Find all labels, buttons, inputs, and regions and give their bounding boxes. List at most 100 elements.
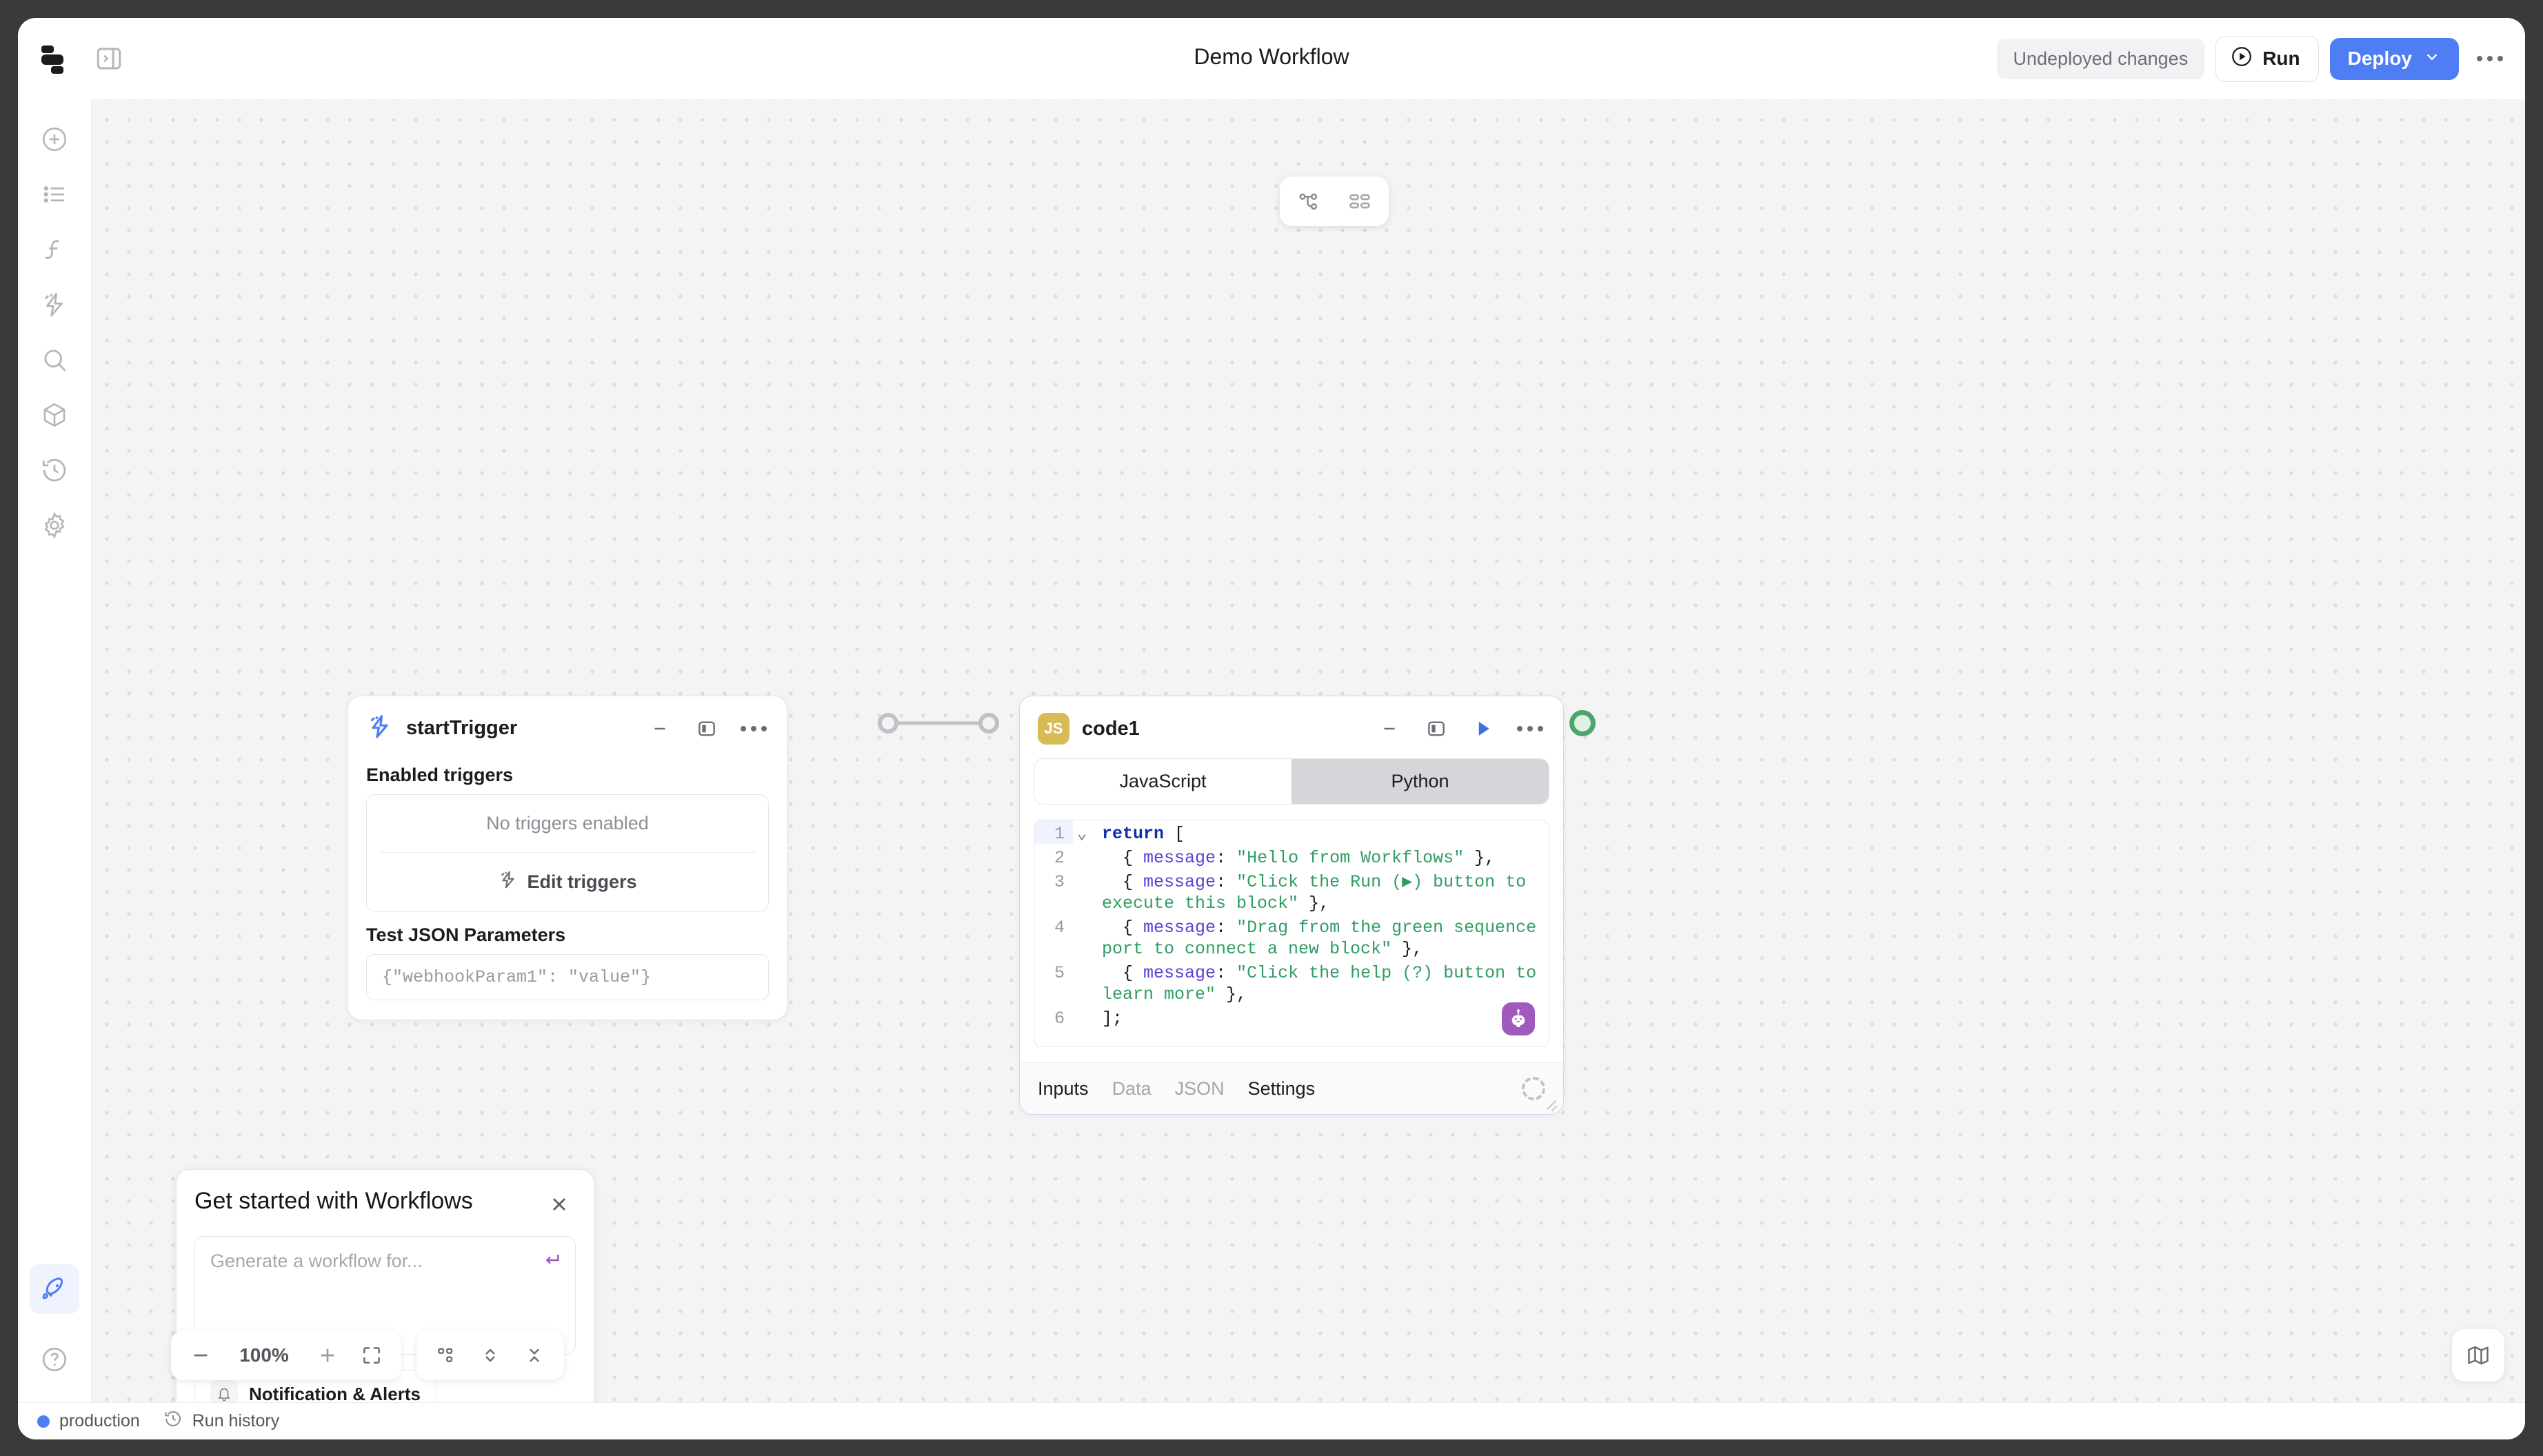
zoom-controls: 100% bbox=[171, 1331, 401, 1380]
dashed-circle-icon bbox=[1522, 1077, 1545, 1100]
suggestion-label: Notification & Alerts bbox=[249, 1383, 421, 1403]
more-horizontal-icon[interactable] bbox=[2470, 39, 2510, 79]
sequence-port[interactable] bbox=[1569, 710, 1596, 736]
clock-rewind-icon bbox=[163, 1409, 183, 1433]
left-rail bbox=[18, 99, 92, 1402]
node-header: startTrigger bbox=[348, 696, 787, 752]
zoom-level[interactable]: 100% bbox=[226, 1344, 302, 1366]
topbar-actions: Undeployed changes Run Deploy bbox=[1996, 33, 2511, 84]
line-number: 2 bbox=[1054, 848, 1065, 868]
tab-python[interactable]: Python bbox=[1291, 759, 1549, 804]
code-line[interactable]: 1 ⌄ return [ bbox=[1034, 820, 1549, 845]
resize-grip[interactable] bbox=[1542, 1095, 1558, 1110]
sidebar-item-search[interactable] bbox=[30, 335, 79, 385]
code-text: { message: "Click the help (?) button to… bbox=[1102, 963, 1547, 1004]
more-horizontal-icon[interactable] bbox=[738, 714, 769, 744]
line-number: 1 bbox=[1034, 820, 1073, 845]
zoom-toolbar: 100% bbox=[171, 1331, 564, 1380]
map-icon[interactable] bbox=[2452, 1329, 2504, 1382]
sidebar-item-get-started[interactable] bbox=[30, 1264, 79, 1314]
code-lines[interactable]: 1 ⌄ return [2 { message: "Hello from Workf… bbox=[1034, 820, 1549, 1029]
sidebar-item-settings[interactable] bbox=[30, 501, 79, 550]
layout-tools bbox=[416, 1331, 564, 1380]
zoom-out-button[interactable] bbox=[182, 1337, 219, 1373]
code-editor[interactable]: 1 ⌄ return [2 { message: "Hello from Workf… bbox=[1034, 820, 1549, 1047]
bell-icon bbox=[210, 1380, 238, 1402]
code-node-tabs: Inputs Data JSON Settings bbox=[1020, 1062, 1563, 1114]
fold-chevron-icon[interactable]: ⌄ bbox=[1073, 820, 1091, 845]
code-line[interactable]: 6]; bbox=[1034, 1005, 1549, 1029]
sidebar-item-add[interactable] bbox=[30, 114, 79, 164]
run-button-label: Run bbox=[2262, 48, 2300, 69]
panel-left-icon[interactable] bbox=[692, 714, 722, 744]
fit-screen-button[interactable] bbox=[353, 1337, 390, 1373]
status-dot-icon bbox=[37, 1415, 50, 1428]
tab-settings[interactable]: Settings bbox=[1248, 1078, 1316, 1100]
code-line[interactable]: 2 { message: "Hello from Workflows" }, bbox=[1034, 845, 1549, 869]
code-line[interactable]: 5 { message: "Click the help (?) button … bbox=[1034, 960, 1549, 1005]
sidebar-item-packages[interactable] bbox=[30, 390, 79, 440]
ai-robot-icon[interactable] bbox=[1502, 1002, 1535, 1035]
tab-javascript[interactable]: JavaScript bbox=[1034, 759, 1291, 804]
layout-nodes-icon[interactable] bbox=[428, 1337, 465, 1373]
code-line[interactable]: 3 { message: "Click the Run (▶) button t… bbox=[1034, 869, 1549, 914]
zoom-in-button[interactable] bbox=[309, 1337, 346, 1373]
undeployed-changes-badge: Undeployed changes bbox=[1996, 38, 2205, 79]
workflow-canvas[interactable]: startTrigger Enabled triggers No trigger… bbox=[92, 99, 2525, 1402]
node-header: JS code1 bbox=[1020, 696, 1563, 753]
play-triangle-icon[interactable] bbox=[1468, 714, 1498, 744]
run-history-button[interactable]: Run history bbox=[163, 1409, 279, 1433]
minus-icon[interactable] bbox=[645, 714, 675, 744]
environment-indicator[interactable]: production bbox=[37, 1411, 140, 1431]
more-horizontal-icon[interactable] bbox=[1515, 714, 1545, 744]
run-button[interactable]: Run bbox=[2215, 35, 2319, 82]
sidebar-item-functions[interactable] bbox=[30, 225, 79, 274]
generate-workflow-placeholder: Generate a workflow for... bbox=[210, 1251, 423, 1271]
tab-json[interactable]: JSON bbox=[1175, 1078, 1225, 1100]
top-bar: Demo Workflow Undeployed changes Run Dep… bbox=[18, 18, 2525, 99]
sidebar-item-triggers[interactable] bbox=[30, 280, 79, 330]
chevron-down-icon bbox=[2423, 48, 2441, 70]
panel-left-icon[interactable] bbox=[1421, 714, 1451, 744]
edit-triggers-label: Edit triggers bbox=[527, 871, 637, 892]
node-title: code1 bbox=[1082, 717, 1140, 740]
code-text: { message: "Hello from Workflows" }, bbox=[1102, 848, 1496, 868]
status-bar: production Run history bbox=[18, 1402, 2525, 1439]
collapse-icon[interactable] bbox=[516, 1337, 553, 1373]
tab-inputs[interactable]: Inputs bbox=[1038, 1078, 1089, 1100]
git-branch-icon[interactable] bbox=[1289, 183, 1328, 219]
app-window: Demo Workflow Undeployed changes Run Dep… bbox=[18, 18, 2525, 1439]
edit-triggers-button[interactable]: Edit triggers bbox=[367, 853, 768, 911]
chevron-up-down-icon[interactable] bbox=[472, 1337, 509, 1373]
node-title: startTrigger bbox=[406, 717, 518, 739]
environment-label: production bbox=[59, 1411, 140, 1430]
deploy-button-label: Deploy bbox=[2347, 48, 2412, 69]
line-number: 4 bbox=[1054, 918, 1065, 938]
minus-icon[interactable] bbox=[1374, 714, 1405, 744]
code-text: { message: "Click the Run (▶) button to … bbox=[1102, 872, 1537, 913]
node-code1[interactable]: JS code1 JavaScript Python 1 ⌄ return [… bbox=[1019, 696, 1564, 1115]
line-number: 6 bbox=[1054, 1009, 1065, 1029]
layout-grid-icon[interactable] bbox=[1340, 183, 1379, 219]
close-icon[interactable] bbox=[543, 1188, 576, 1221]
sidebar-item-history[interactable] bbox=[30, 445, 79, 495]
enter-return-icon[interactable] bbox=[541, 1249, 563, 1276]
play-circle-icon bbox=[2230, 45, 2253, 73]
sidebar-item-blocks-list[interactable] bbox=[30, 170, 79, 219]
test-json-input[interactable]: {"webhookParam1": "value"} bbox=[366, 954, 769, 1000]
code-text: return [ bbox=[1102, 824, 1185, 844]
code-line[interactable]: 4 { message: "Drag from the green sequen… bbox=[1034, 914, 1549, 960]
node-connector bbox=[878, 713, 999, 734]
sidebar-item-help[interactable] bbox=[30, 1335, 79, 1384]
deploy-button[interactable]: Deploy bbox=[2329, 37, 2459, 80]
enabled-triggers-label: Enabled triggers bbox=[366, 765, 514, 785]
test-json-label: Test JSON Parameters bbox=[366, 924, 566, 945]
node-start-trigger[interactable]: startTrigger Enabled triggers No trigger… bbox=[348, 696, 787, 1020]
tab-data[interactable]: Data bbox=[1112, 1078, 1152, 1100]
code-text: { message: "Drag from the green sequence… bbox=[1102, 918, 1547, 959]
